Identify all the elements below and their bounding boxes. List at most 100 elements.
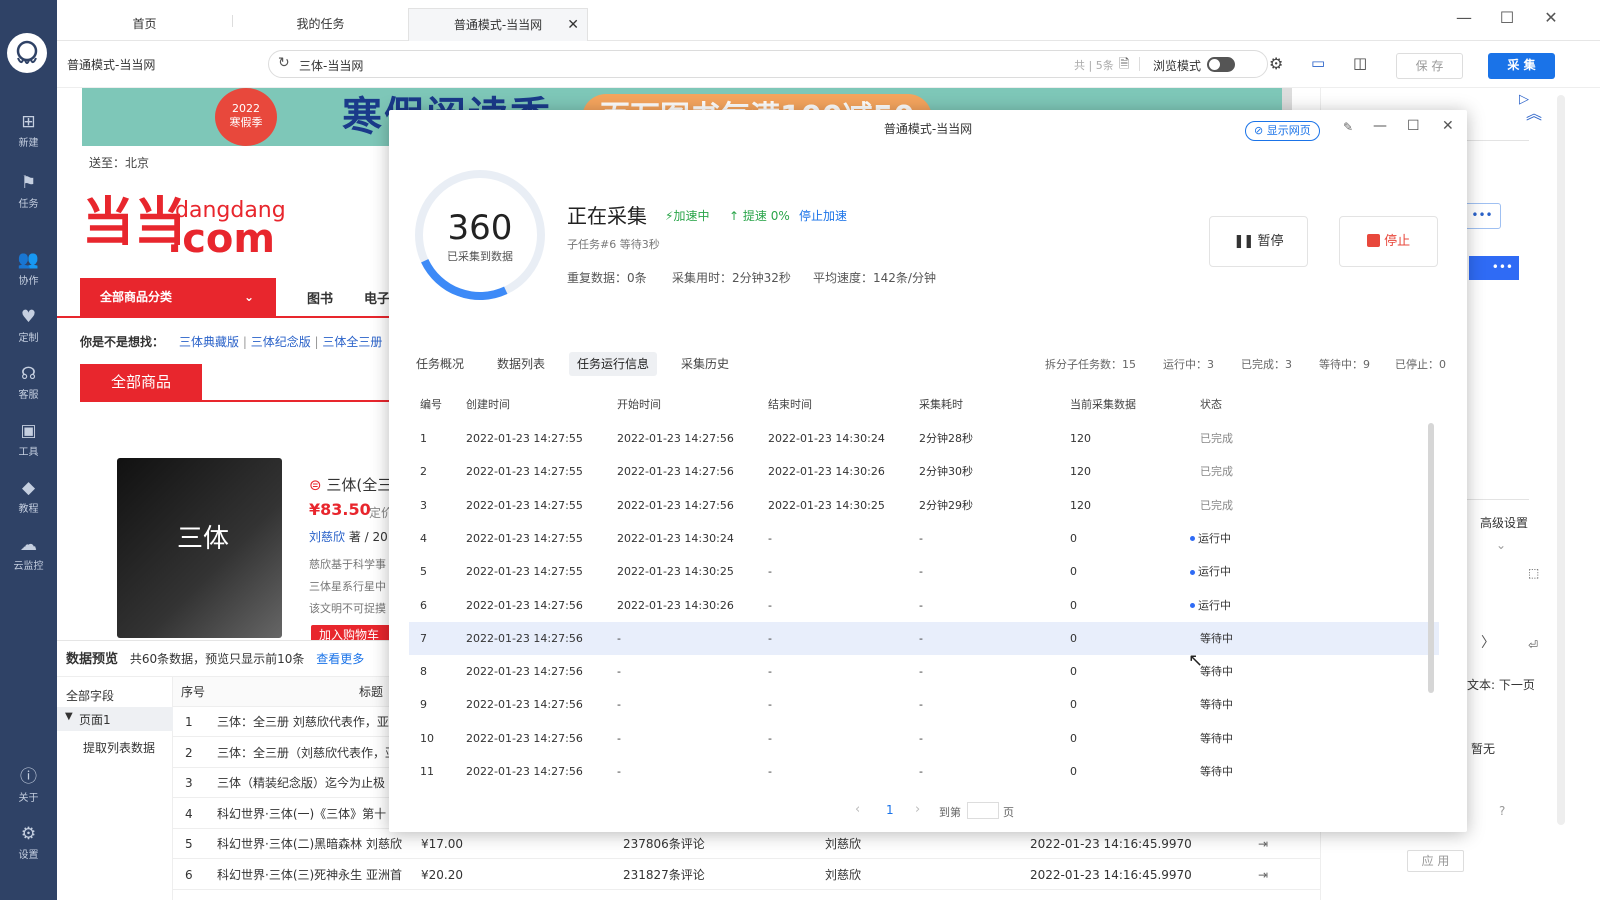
cell-end: - (768, 565, 772, 579)
app-logo[interactable] (7, 33, 47, 73)
cell-comments: 231827条评论 (623, 867, 705, 882)
product-image[interactable]: 三体 (117, 458, 282, 638)
select-element-icon[interactable]: ⬚ (1528, 566, 1539, 580)
url-field[interactable]: ↻ 三体-当当网 共 | 5条 🗎 浏览模式 (268, 50, 1268, 78)
stop-button[interactable]: 停止 (1339, 216, 1438, 267)
nav-books[interactable]: 图书 (307, 288, 333, 307)
window-close-icon[interactable]: ✕ (1539, 8, 1563, 28)
subtask-row[interactable]: 11 2022-01-23 14:27:56 - - - 0 等待中 (409, 755, 1439, 788)
sidebar-item-tutorial[interactable]: ◆ 教程 (0, 478, 57, 515)
chevron-right-icon[interactable]: 〉 (1481, 632, 1495, 652)
chevron-down-icon[interactable]: ⌄ (1496, 538, 1506, 552)
suggestion-link[interactable]: 三体纪念版 (251, 335, 311, 349)
split-view-icon[interactable]: ◫ (1353, 54, 1367, 72)
subtask-row[interactable]: 7 2022-01-23 14:27:56 - - - 0 等待中 (409, 621, 1439, 655)
layout-panel-icon[interactable]: ▭ (1311, 54, 1325, 72)
sidebar-item-settings[interactable]: ⚙ 设置 (0, 824, 57, 861)
table-scrollbar[interactable] (1428, 423, 1434, 693)
subtask-row[interactable]: 3 2022-01-23 14:27:55 2022-01-23 14:27:56 2… (409, 489, 1439, 522)
cell-count: 0 (1070, 731, 1077, 745)
pager-goto-input[interactable] (967, 802, 999, 819)
tab-my-tasks[interactable]: 我的任务 (233, 8, 408, 41)
stop-accel-link[interactable]: 停止加速 (799, 207, 847, 224)
tree-child-extract[interactable]: 提取列表数据 (83, 739, 155, 756)
dialog-close-icon[interactable]: ✕ (1442, 118, 1454, 134)
window-maximize-icon[interactable]: ☐ (1495, 8, 1519, 28)
more-dots-button[interactable]: ••• (1463, 203, 1501, 229)
help-icon[interactable]: ? (1499, 804, 1505, 818)
tree-node-page1[interactable]: ▼ 页面1 (57, 707, 173, 731)
collect-button[interactable]: 采 集 (1488, 53, 1555, 79)
tab-current-task[interactable]: 普通模式-当当网 ✕ (408, 8, 588, 41)
pager-prev-icon[interactable]: ‹ (855, 802, 860, 817)
right-panel-scrollbar[interactable] (1557, 95, 1565, 825)
subtask-row[interactable]: 10 2022-01-23 14:27:56 - - - 0 等待中 (409, 722, 1439, 755)
dialog-maximize-icon[interactable]: ☐ (1407, 118, 1420, 134)
nav-ebooks[interactable]: 电子 (364, 288, 390, 307)
sidebar-item-collab[interactable]: 👥 协作 (0, 250, 57, 287)
pause-icon: ❚❚ (1233, 234, 1255, 249)
row-action-icon[interactable]: ⇥ (1258, 860, 1268, 890)
sidebar-item-support[interactable]: ☊ 客服 (0, 364, 57, 401)
browse-mode-toggle[interactable] (1207, 57, 1235, 72)
preview-row[interactable]: 6 科幻世界·三体(三)死神永生 亚洲首... ¥20.20 231827条评论 刘慈欣… (173, 860, 1320, 890)
tab-task-overview[interactable]: 任务概况 (408, 352, 472, 376)
suggestion-link[interactable]: 三体全三册 (322, 335, 382, 349)
apply-button[interactable]: 应 用 (1407, 850, 1464, 872)
pause-button[interactable]: ❚❚ 暂停 (1209, 216, 1308, 267)
subtask-row[interactable]: 8 2022-01-23 14:27:56 - - - 0 等待中 (409, 655, 1439, 688)
running-dot-icon (1190, 603, 1195, 608)
product-title[interactable]: ⊜ 三体(全三 (309, 474, 392, 495)
product-desc-line: 该文明不可捉摸 (309, 602, 386, 615)
graduation-icon: ◆ (21, 478, 36, 498)
sidebar-item-cloud[interactable]: ☁ 云监控 (0, 535, 57, 572)
all-goods-tab[interactable]: 全部商品 (80, 364, 202, 400)
save-button[interactable]: 保 存 (1396, 53, 1463, 79)
subtask-row[interactable]: 6 2022-01-23 14:27:56 2022-01-23 14:30:26 -… (409, 589, 1439, 622)
tab-collect-history[interactable]: 采集历史 (673, 352, 737, 376)
logo-com: .com (167, 216, 276, 262)
deliver-to[interactable]: 送至：北京 (89, 154, 149, 171)
cloud-icon: ☁ (20, 535, 37, 555)
edit-icon[interactable]: ✎ (1343, 120, 1353, 134)
window-minimize-icon[interactable]: — (1452, 8, 1476, 28)
return-icon[interactable]: ⏎ (1528, 638, 1538, 652)
view-more-link[interactable]: 查看更多 (316, 652, 364, 666)
tab-data-list[interactable]: 数据列表 (489, 352, 553, 376)
status-text: 等待中 (1200, 698, 1233, 712)
cell-id: 7 (420, 631, 427, 645)
sidebar-item-tools[interactable]: ▣ 工具 (0, 421, 57, 458)
sidebar-item-tasks[interactable]: ⚑ 任务 (0, 173, 57, 210)
sidebar-item-custom[interactable]: ♥ 定制 (0, 307, 57, 344)
subtask-row[interactable]: 2 2022-01-23 14:27:55 2022-01-23 14:27:56 2… (409, 455, 1439, 488)
all-categories-button[interactable]: 全部商品分类 ⌄ (80, 278, 276, 316)
product-author-link[interactable]: 刘慈欣 (309, 530, 345, 544)
pager-current-page[interactable]: 1 (886, 803, 894, 817)
tree-all-fields[interactable]: 全部字段 (66, 687, 114, 704)
subtask-row[interactable]: 1 2022-01-23 14:27:55 2022-01-23 14:27:56 2… (409, 422, 1439, 455)
refresh-icon[interactable]: ↻ (278, 55, 290, 71)
tab-home[interactable]: 首页 (57, 8, 232, 41)
collapse-up-icon[interactable]: ︽ (1526, 100, 1542, 124)
subtask-row[interactable]: 9 2022-01-23 14:27:56 - - - 0 等待中 (409, 688, 1439, 721)
cell-created: 2022-01-23 14:27:56 (466, 765, 583, 778)
selected-step-more-button[interactable]: ••• (1469, 256, 1519, 280)
tab-close-icon[interactable]: ✕ (567, 9, 579, 42)
advanced-settings-label[interactable]: 高级设置 (1480, 514, 1528, 531)
settings-gear-icon[interactable]: ⚙ (1269, 54, 1283, 73)
dialog-minimize-icon[interactable]: — (1373, 118, 1387, 134)
suggestion-link[interactable]: 三体典藏版 (179, 335, 239, 349)
tab-run-info[interactable]: 任务运行信息 (569, 352, 658, 376)
show-webpage-button[interactable]: ⊘ 显示网页 (1245, 121, 1320, 141)
row-action-icon[interactable]: ⇥ (1258, 829, 1268, 859)
document-icon[interactable]: 🗎 (1119, 55, 1129, 77)
sidebar-item-about[interactable]: ⓘ 关于 (0, 767, 57, 804)
people-icon: 👥 (17, 250, 40, 270)
sidebar-item-new[interactable]: ⊞ 新建 (0, 112, 57, 149)
preview-row[interactable]: 5 科幻世界·三体(二)黑暗森林 刘慈欣... ¥17.00 237806条评论 刘慈欣… (173, 829, 1320, 859)
cell-start: 2022-01-23 14:30:26 (617, 598, 734, 612)
subtask-row[interactable]: 5 2022-01-23 14:27:55 2022-01-23 14:30:25 -… (409, 555, 1439, 588)
subtask-row[interactable]: 4 2022-01-23 14:27:55 2022-01-23 14:30:24 -… (409, 522, 1439, 555)
field-tree: 全部字段 ▼ 页面1 提取列表数据 (57, 677, 173, 900)
pager-next-icon[interactable]: › (915, 802, 920, 817)
